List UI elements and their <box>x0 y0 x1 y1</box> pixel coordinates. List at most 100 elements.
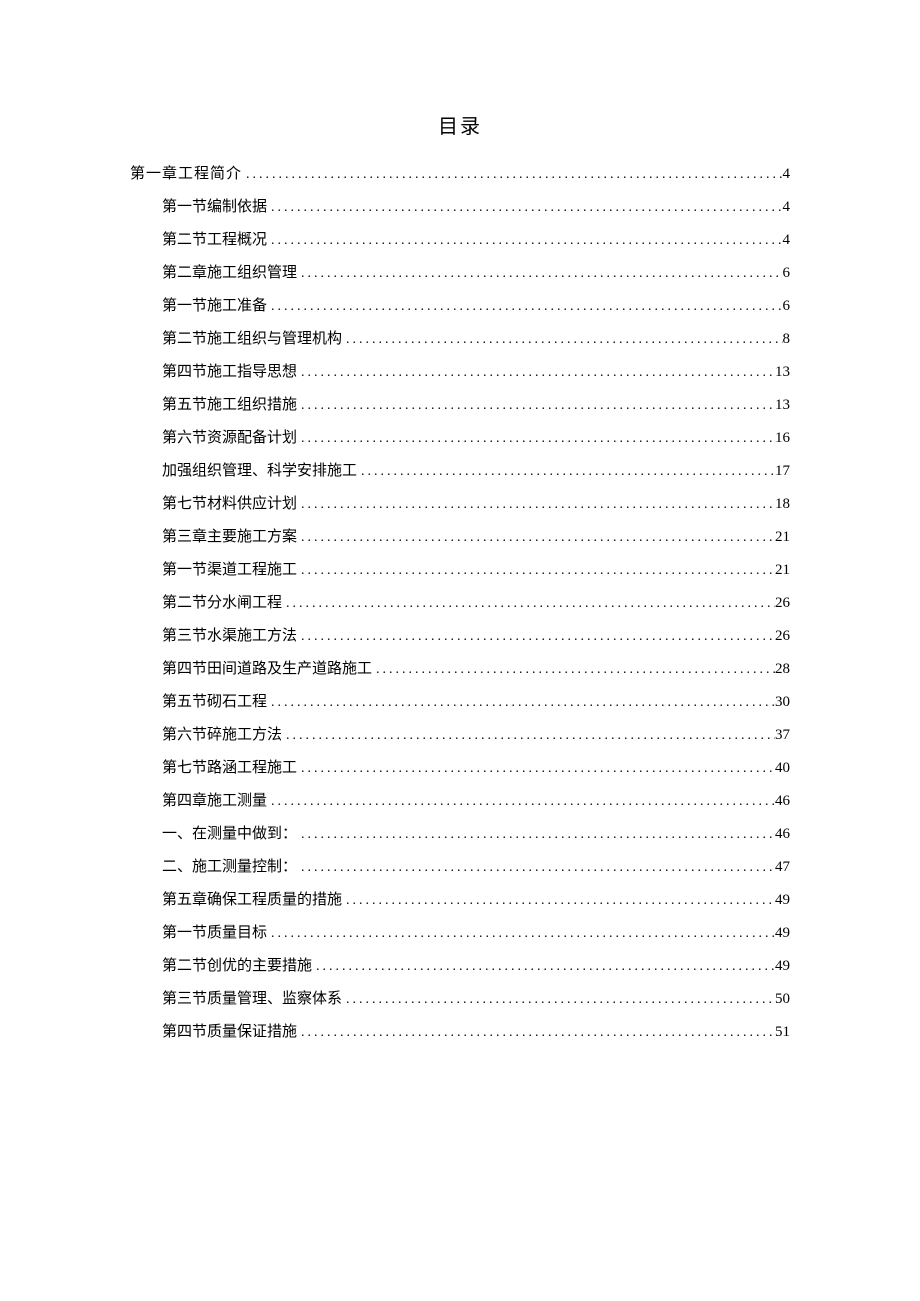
toc-entry-label: 第二节创优的主要措施 <box>162 959 312 974</box>
toc-dot-leader <box>297 564 775 578</box>
toc-entry[interactable]: 第三章主要施工方案 21 <box>162 530 790 545</box>
toc-entry[interactable]: 第五章确保工程质量的措施49 <box>162 893 790 908</box>
toc-entry[interactable]: 第三节质量管理、监察体系 50 <box>162 992 790 1007</box>
toc-entry-page: 30 <box>775 695 790 710</box>
toc-dot-leader <box>297 498 775 512</box>
toc-dot-leader <box>282 597 775 611</box>
document-page: 目录 第一章工程简介4第一节编制依据4第二节工程概况4第二章施工组织管理6第一节… <box>0 0 920 1158</box>
toc-entry-page: 21 <box>775 563 790 578</box>
toc-entry-page: 46 <box>775 827 790 842</box>
toc-entry-label: 第二章施工组织管理 <box>162 266 297 281</box>
toc-entry-page: 4 <box>783 167 791 182</box>
toc-entry[interactable]: 第四节质量保证措施 51 <box>162 1025 790 1040</box>
toc-entry-label: 第二节施工组织与管理机构 <box>162 332 342 347</box>
toc-dot-leader <box>342 333 782 347</box>
toc-dot-leader <box>312 960 775 974</box>
toc-entry-page: 4 <box>783 200 791 215</box>
toc-entry-page: 50 <box>775 992 790 1007</box>
toc-entry-page: 21 <box>775 530 790 545</box>
toc-entry[interactable]: 二、施工测量控制： 47 <box>162 860 790 875</box>
toc-entry[interactable]: 第四节田间道路及生产道路施工 28 <box>162 662 790 677</box>
toc-entry[interactable]: 第七节材料供应计划 18 <box>162 497 790 512</box>
toc-entry-page: 6 <box>783 299 791 314</box>
toc-entry-label: 第四章施工测量 <box>162 794 267 809</box>
toc-title: 目录 <box>130 110 790 139</box>
toc-entry[interactable]: 第一节编制依据 4 <box>162 200 790 215</box>
toc-entry-label: 第五章确保工程质量的措施 <box>162 893 342 908</box>
toc-entry[interactable]: 第三节水渠施工方法 26 <box>162 629 790 644</box>
toc-entry-page: 46 <box>775 794 790 809</box>
toc-entry[interactable]: 加强组织管理、科学安排施工 17 <box>162 464 790 479</box>
toc-dot-leader <box>297 1026 775 1040</box>
toc-dot-leader <box>342 993 775 1007</box>
toc-entry-label: 第五节施工组织措施 <box>162 398 297 413</box>
toc-entry-label: 第五节砌石工程 <box>162 695 267 710</box>
toc-entry-page: 26 <box>775 596 790 611</box>
toc-entry[interactable]: 第四节施工指导思想13 <box>162 365 790 380</box>
toc-dot-leader <box>282 729 775 743</box>
toc-entry-label: 第二节工程概况 <box>162 233 267 248</box>
toc-entry-label: 第四节田间道路及生产道路施工 <box>162 662 372 677</box>
toc-entry-label: 第七节路涵工程施工 <box>162 761 297 776</box>
toc-entry[interactable]: 第二节分水闸工程26 <box>162 596 790 611</box>
toc-entry[interactable]: 第六节资源配备计划 16 <box>162 431 790 446</box>
toc-dot-leader <box>267 234 782 248</box>
toc-entry-page: 49 <box>775 959 790 974</box>
toc-dot-leader <box>297 762 775 776</box>
toc-entry-label: 第一节渠道工程施工 <box>162 563 297 578</box>
toc-entry[interactable]: 第四章施工测量 46 <box>162 794 790 809</box>
toc-entry[interactable]: 第二节施工组织与管理机构8 <box>162 332 790 347</box>
toc-entry-label: 第一节质量目标 <box>162 926 267 941</box>
toc-entry-label: 第六节碎施工方法 <box>162 728 282 743</box>
toc-dot-leader <box>297 366 775 380</box>
toc-entry[interactable]: 第二节工程概况 4 <box>162 233 790 248</box>
toc-entry-page: 37 <box>775 728 790 743</box>
toc-dot-leader <box>297 531 775 545</box>
toc-dot-leader <box>267 927 775 941</box>
toc-entry-page: 4 <box>783 233 791 248</box>
toc-entry[interactable]: 第五节施工组织措施13 <box>162 398 790 413</box>
toc-entry[interactable]: 第一章工程简介4 <box>130 167 790 182</box>
toc-entry[interactable]: 一、在测量中做到：46 <box>162 827 790 842</box>
toc-entry[interactable]: 第一节施工准备 6 <box>162 299 790 314</box>
toc-entry-label: 第六节资源配备计划 <box>162 431 297 446</box>
toc-entry-label: 第一节编制依据 <box>162 200 267 215</box>
toc-entry-label: 第三章主要施工方案 <box>162 530 297 545</box>
toc-entry-page: 47 <box>775 860 790 875</box>
toc-dot-leader <box>267 201 782 215</box>
toc-entry-label: 二、施工测量控制： <box>162 860 297 875</box>
toc-dot-leader <box>297 399 775 413</box>
toc-entry-label: 第七节材料供应计划 <box>162 497 297 512</box>
toc-list: 第一章工程简介4第一节编制依据4第二节工程概况4第二章施工组织管理6第一节施工准… <box>130 167 790 1040</box>
toc-entry-page: 28 <box>775 662 790 677</box>
toc-dot-leader <box>297 267 782 281</box>
toc-dot-leader <box>297 861 775 875</box>
toc-entry-label: 加强组织管理、科学安排施工 <box>162 464 357 479</box>
toc-entry-label: 第三节质量管理、监察体系 <box>162 992 342 1007</box>
toc-entry-label: 第四节质量保证措施 <box>162 1025 297 1040</box>
toc-dot-leader <box>267 300 782 314</box>
toc-dot-leader <box>297 432 775 446</box>
toc-entry[interactable]: 第七节路涵工程施工 40 <box>162 761 790 776</box>
toc-entry-page: 51 <box>775 1025 790 1040</box>
toc-entry[interactable]: 第五节砌石工程 30 <box>162 695 790 710</box>
toc-entry[interactable]: 第六节碎施工方法 37 <box>162 728 790 743</box>
toc-dot-leader <box>372 663 775 677</box>
toc-entry-page: 26 <box>775 629 790 644</box>
toc-entry-page: 6 <box>783 266 791 281</box>
toc-dot-leader <box>342 894 775 908</box>
toc-entry-page: 17 <box>775 464 790 479</box>
toc-entry-page: 40 <box>775 761 790 776</box>
toc-entry[interactable]: 第一节质量目标49 <box>162 926 790 941</box>
toc-entry-label: 第三节水渠施工方法 <box>162 629 297 644</box>
toc-dot-leader <box>267 696 775 710</box>
toc-entry[interactable]: 第一节渠道工程施工 21 <box>162 563 790 578</box>
toc-entry-label: 第一节施工准备 <box>162 299 267 314</box>
toc-entry[interactable]: 第二节创优的主要措施 49 <box>162 959 790 974</box>
toc-entry-page: 16 <box>775 431 790 446</box>
toc-entry-label: 第四节施工指导思想 <box>162 365 297 380</box>
toc-entry-page: 18 <box>775 497 790 512</box>
toc-dot-leader <box>242 168 782 182</box>
toc-dot-leader <box>297 828 775 842</box>
toc-entry[interactable]: 第二章施工组织管理 6 <box>162 266 790 281</box>
